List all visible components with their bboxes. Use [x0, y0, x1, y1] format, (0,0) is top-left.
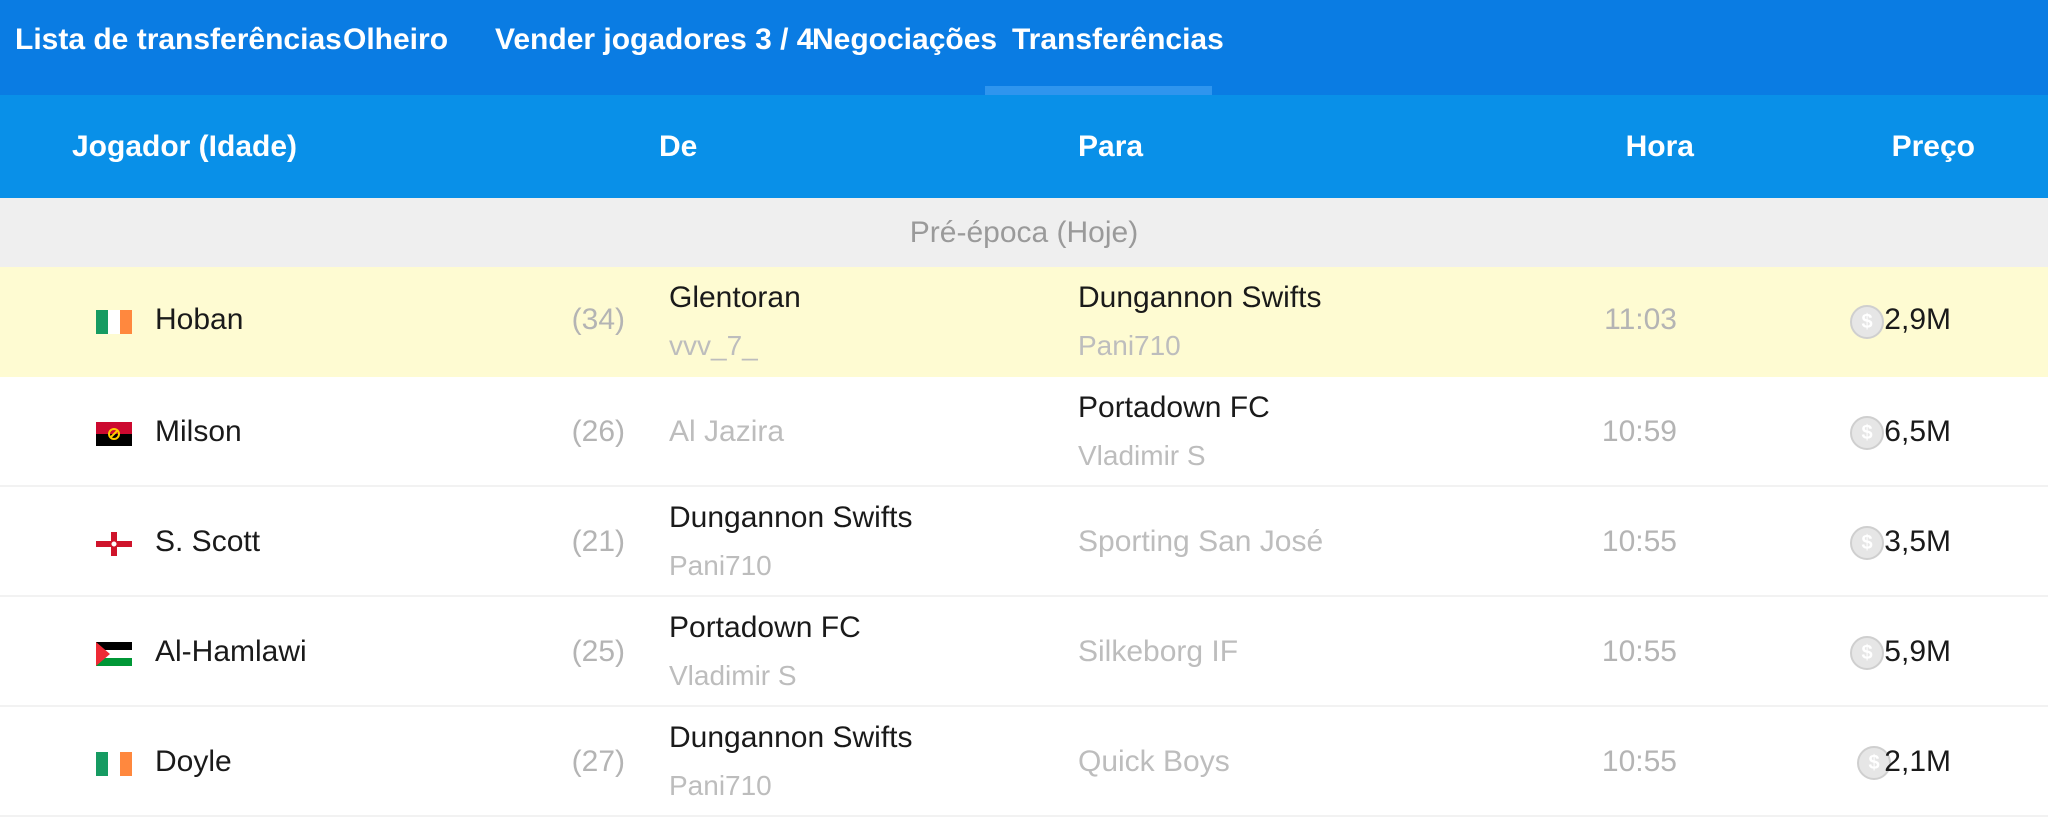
table-row[interactable]: Doyle (27) Dungannon Swifts Pani710 Quic… — [0, 707, 2048, 817]
table-row[interactable]: S. Scott (21) Dungannon Swifts Pani710 S… — [0, 487, 2048, 597]
coin-icon: $ — [1850, 636, 1884, 670]
to-manager[interactable]: Pani710 — [1078, 330, 1181, 362]
header-time[interactable]: Hora — [1626, 95, 1694, 198]
header-price[interactable]: Preço — [1892, 95, 1975, 198]
table-row[interactable]: Al-Hamlawi (25) Portadown FC Vladimir S … — [0, 597, 2048, 707]
player-name[interactable]: Al-Hamlawi — [155, 635, 307, 669]
to-manager[interactable]: Vladimir S — [1078, 440, 1206, 472]
coin-icon: $ — [1850, 526, 1884, 560]
player-age: (34) — [571, 303, 625, 336]
ireland-flag-icon — [96, 752, 132, 776]
transfer-time: 11:03 — [1604, 303, 1677, 336]
tab-olheiro[interactable]: Olheiro — [343, 0, 448, 95]
table-row[interactable]: Milson (26) Al Jazira Portadown FC Vladi… — [0, 377, 2048, 487]
from-team[interactable]: Dungannon Swifts — [669, 721, 913, 755]
from-team[interactable]: Dungannon Swifts — [669, 501, 913, 535]
transfer-time: 10:59 — [1601, 415, 1677, 448]
from-team[interactable]: Glentoran — [669, 281, 801, 315]
ireland-flag-icon — [96, 310, 132, 334]
transfer-price: 6,5M — [1884, 415, 1951, 448]
header-from[interactable]: De — [659, 95, 697, 198]
from-team[interactable]: Al Jazira — [669, 415, 784, 449]
to-team[interactable]: Silkeborg IF — [1078, 635, 1238, 669]
from-manager[interactable]: Pani710 — [669, 770, 772, 802]
to-team[interactable]: Sporting San José — [1078, 525, 1323, 559]
player-name[interactable]: S. Scott — [155, 525, 260, 559]
header-to[interactable]: Para — [1078, 95, 1143, 198]
palestine-flag-icon — [96, 642, 132, 666]
from-manager[interactable]: Vladimir S — [669, 660, 797, 692]
transfer-price: 2,9M — [1884, 303, 1951, 336]
transfer-time: 10:55 — [1601, 525, 1677, 558]
player-age: (27) — [571, 745, 625, 778]
header-player[interactable]: Jogador (Idade) — [72, 95, 297, 198]
to-team[interactable]: Quick Boys — [1078, 745, 1230, 779]
from-manager[interactable]: vvv_7_ — [669, 330, 758, 362]
transfer-time: 10:55 — [1601, 745, 1677, 778]
tab-negociacoes[interactable]: Negociações — [812, 0, 997, 95]
player-name[interactable]: Hoban — [155, 303, 243, 337]
player-name[interactable]: Doyle — [155, 745, 232, 779]
player-age: (21) — [571, 525, 625, 558]
to-team[interactable]: Dungannon Swifts — [1078, 281, 1322, 315]
transfer-time: 10:55 — [1601, 635, 1677, 668]
coin-icon: $ — [1850, 305, 1884, 339]
section-label: Pré-época (Hoje) — [0, 198, 2048, 267]
active-tab-indicator — [985, 86, 1212, 95]
table-row[interactable]: Hoban (34) Glentoran vvv_7_ Dungannon Sw… — [0, 267, 2048, 377]
tab-vender-jogadores[interactable]: Vender jogadores 3 / 4 — [495, 0, 813, 95]
from-manager[interactable]: Pani710 — [669, 550, 772, 582]
coin-icon: $ — [1850, 416, 1884, 450]
transfer-price: 2,1M — [1884, 745, 1951, 778]
table-header: Jogador (Idade) De Para Hora Preço — [0, 95, 2048, 198]
transfer-price: 5,9M — [1884, 635, 1951, 668]
player-name[interactable]: Milson — [155, 415, 242, 449]
northern-ireland-flag-icon — [96, 532, 132, 556]
from-team[interactable]: Portadown FC — [669, 611, 861, 645]
tab-lista-de-transferencias[interactable]: Lista de transferências — [15, 0, 342, 95]
player-age: (25) — [571, 635, 625, 668]
player-age: (26) — [571, 415, 625, 448]
angola-flag-icon — [96, 422, 132, 446]
tab-transferencias[interactable]: Transferências — [1012, 0, 1224, 95]
tab-bar: Lista de transferências Olheiro Vender j… — [0, 0, 2048, 95]
transfer-price: 3,5M — [1884, 525, 1951, 558]
to-team[interactable]: Portadown FC — [1078, 391, 1270, 425]
